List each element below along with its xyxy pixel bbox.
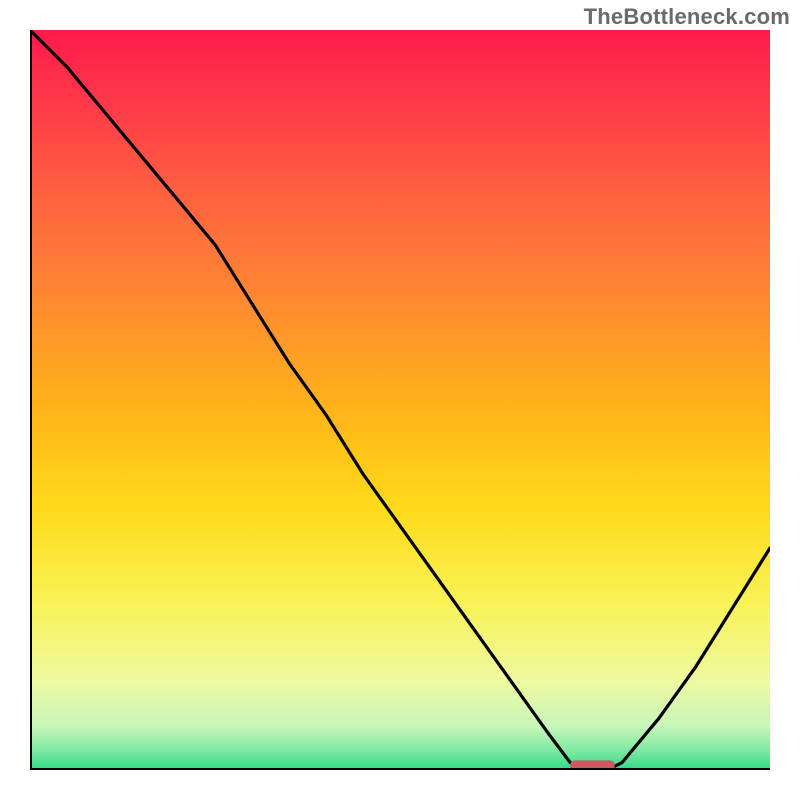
bottleneck-chart-svg bbox=[30, 30, 770, 770]
chart-frame: TheBottleneck.com bbox=[0, 0, 800, 800]
watermark-text: TheBottleneck.com bbox=[584, 4, 790, 30]
gradient-background bbox=[30, 30, 770, 770]
plot-area bbox=[30, 30, 770, 770]
